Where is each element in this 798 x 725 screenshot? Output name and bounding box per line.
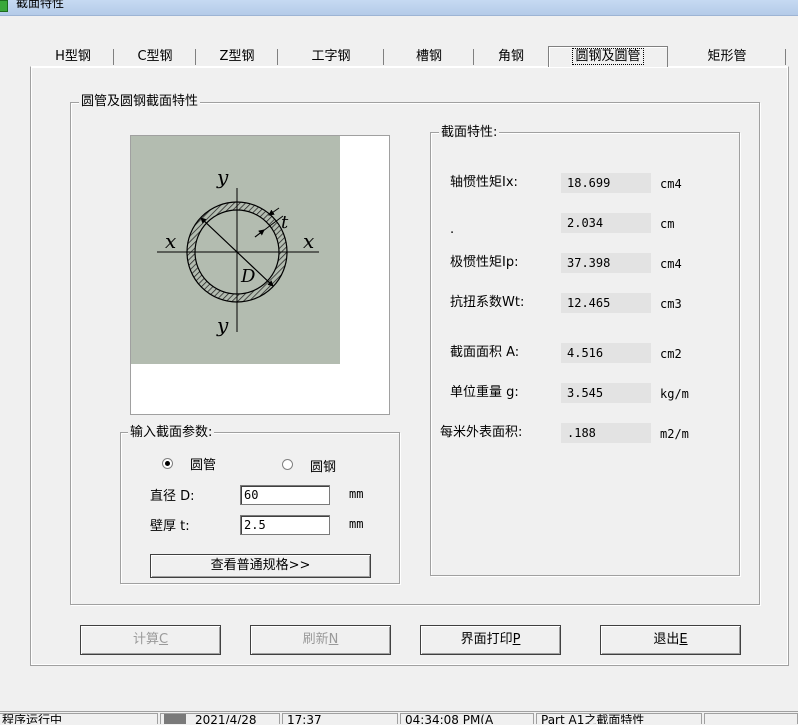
status-cell-clock: 04:34:08 PM(A bbox=[400, 713, 534, 724]
radio-bar-label: 圆钢 bbox=[310, 460, 337, 475]
props-group-label: 截面特性: bbox=[439, 125, 500, 140]
radio-bar[interactable] bbox=[282, 459, 293, 470]
title-bar: 截面特性 bbox=[0, 0, 798, 16]
tab-h-steel[interactable]: H型钢 bbox=[32, 47, 114, 66]
x-axis-label-left: x bbox=[165, 229, 176, 253]
prop-label-area: 截面面积 A: bbox=[450, 345, 520, 360]
exit-hotkey: E bbox=[679, 632, 688, 647]
tab-rect-tube[interactable]: 矩形管 bbox=[668, 47, 786, 66]
tab-channel[interactable]: 槽钢 bbox=[384, 47, 474, 66]
radio-pipe[interactable] bbox=[162, 458, 173, 469]
input-group-label: 输入截面参数: bbox=[128, 425, 215, 440]
prop-value-area: 4.516 bbox=[561, 343, 651, 363]
prop-label-wt: 抗扭系数Wt: bbox=[450, 295, 525, 310]
diameter-unit: mm bbox=[349, 487, 364, 501]
prop-label-ix: 轴惯性矩Ix: bbox=[450, 175, 518, 190]
thickness-unit: mm bbox=[349, 517, 364, 531]
section-figure: y y x x t D bbox=[131, 136, 340, 364]
window-title: 截面特性 bbox=[16, 0, 65, 10]
tab-angle[interactable]: 角钢 bbox=[474, 47, 548, 66]
prop-unit-radius: cm bbox=[660, 217, 675, 231]
tab-label: C型钢 bbox=[137, 49, 173, 64]
calendar-icon bbox=[164, 714, 186, 724]
prop-unit-ip: cm4 bbox=[660, 257, 682, 271]
diameter-label: D bbox=[240, 266, 256, 287]
prop-value-weight: 3.545 bbox=[561, 383, 651, 403]
prop-unit-ix: cm4 bbox=[660, 177, 682, 191]
status-cell-date: 2021/4/28 bbox=[160, 713, 280, 724]
status-cell-time: 17:37 bbox=[282, 713, 398, 724]
prop-label-ip: 极惯性矩Ip: bbox=[450, 255, 519, 270]
tab-label: 矩形管 bbox=[707, 49, 747, 64]
prop-unit-area: cm2 bbox=[660, 347, 682, 361]
prop-unit-wt: cm3 bbox=[660, 297, 682, 311]
prop-label-surface: 每米外表面积: bbox=[440, 425, 523, 440]
thickness-label: t bbox=[281, 212, 289, 233]
tab-label: 槽钢 bbox=[415, 49, 442, 64]
thickness-field-label: 壁厚 t: bbox=[150, 519, 190, 534]
calculate-button-label: 计算 bbox=[132, 632, 159, 647]
prop-value-ix: 18.699 bbox=[561, 173, 651, 193]
diameter-field-label: 直径 D: bbox=[150, 489, 195, 504]
pipe-section-diagram: y y x x t D bbox=[157, 165, 319, 337]
prop-unit-surface: m2/m bbox=[660, 427, 689, 441]
tab-c-steel[interactable]: C型钢 bbox=[114, 47, 196, 66]
status-date: 2021/4/28 bbox=[195, 713, 257, 724]
refresh-hotkey: N bbox=[328, 632, 339, 647]
tab-i-beam[interactable]: 工字钢 bbox=[278, 47, 384, 66]
thickness-input[interactable]: 2.5 bbox=[240, 515, 330, 535]
tab-label: Z型钢 bbox=[219, 49, 255, 64]
print-button-label: 界面打印 bbox=[460, 632, 513, 647]
prop-value-surface: .188 bbox=[561, 423, 651, 443]
tab-label: 圆钢及圆管 bbox=[572, 48, 644, 65]
prop-label-weight: 单位重量 g: bbox=[450, 385, 519, 400]
y-axis-label-bottom: y bbox=[216, 313, 229, 337]
main-group-label: 圆管及圆钢截面特性 bbox=[79, 94, 201, 109]
prop-value-wt: 12.465 bbox=[561, 293, 651, 313]
calculate-hotkey: C bbox=[158, 632, 169, 647]
radio-pipe-label: 圆管 bbox=[190, 458, 217, 473]
prop-value-ip: 37.398 bbox=[561, 253, 651, 273]
view-specs-button[interactable]: 查看普通规格>> bbox=[150, 554, 371, 578]
exit-button-label: 退出 bbox=[653, 632, 680, 647]
diameter-input[interactable]: 60 bbox=[240, 485, 330, 505]
calculate-button[interactable]: 计算C bbox=[80, 625, 221, 655]
status-cell-empty bbox=[704, 713, 798, 724]
refresh-button-label: 刷新 bbox=[302, 632, 329, 647]
prop-value-radius: 2.034 bbox=[561, 213, 651, 233]
status-cell-state: 程序运行中 bbox=[0, 713, 158, 724]
prop-label-radius: . bbox=[450, 222, 455, 237]
tab-z-steel[interactable]: Z型钢 bbox=[196, 47, 278, 66]
app-icon bbox=[0, 0, 8, 12]
x-axis-label-right: x bbox=[303, 229, 314, 253]
tab-label: 角钢 bbox=[497, 49, 524, 64]
tab-round-bar-pipe[interactable]: 圆钢及圆管 bbox=[548, 46, 668, 67]
refresh-button[interactable]: 刷新N bbox=[250, 625, 391, 655]
y-axis-label-top: y bbox=[216, 165, 229, 189]
print-button[interactable]: 界面打印P bbox=[420, 625, 561, 655]
print-hotkey: P bbox=[512, 632, 521, 647]
exit-button[interactable]: 退出E bbox=[600, 625, 741, 655]
tab-label: 工字钢 bbox=[311, 49, 351, 64]
tab-label: H型钢 bbox=[55, 49, 91, 64]
prop-unit-weight: kg/m bbox=[660, 387, 689, 401]
status-cell-module: Part A1之截面特性 bbox=[536, 713, 702, 724]
